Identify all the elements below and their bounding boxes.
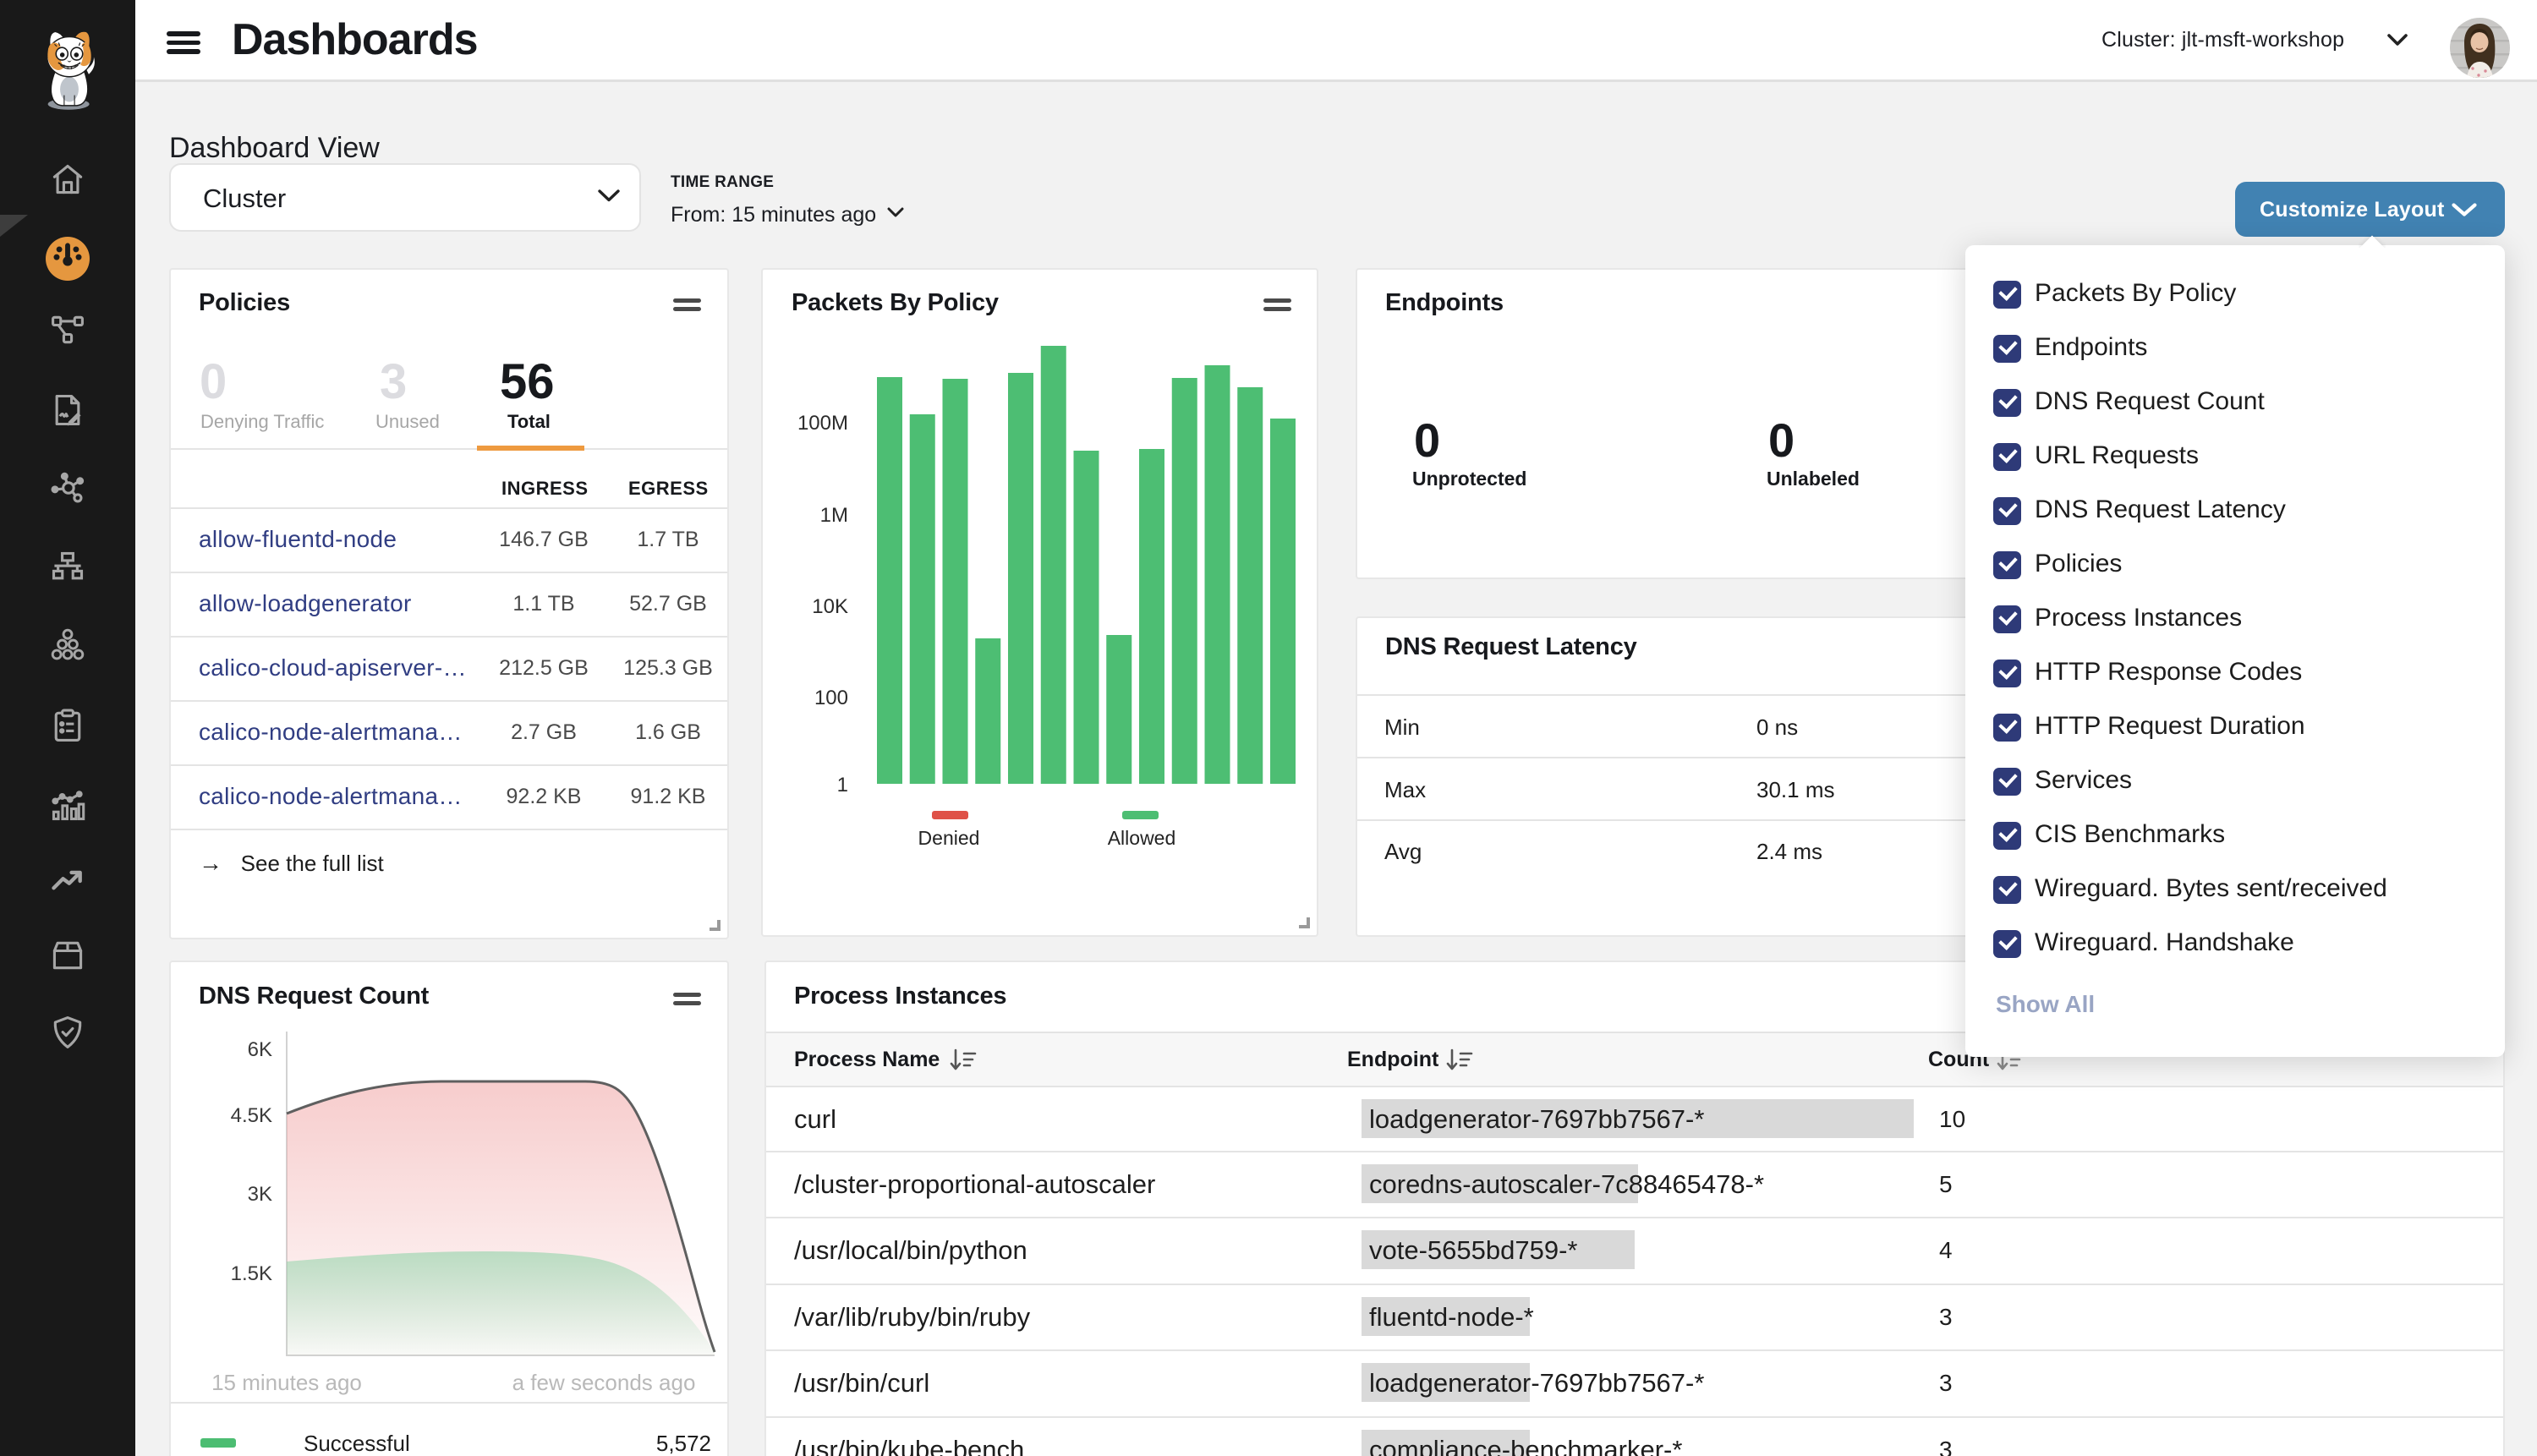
svg-text:1M: 1M [820,504,848,527]
svg-text:10K: 10K [812,595,848,618]
svg-text:1: 1 [837,774,848,796]
svg-text:5,572: 5,572 [656,1431,711,1456]
svg-text:a few seconds ago: a few seconds ago [512,1370,696,1395]
svg-text:Successful: Successful [304,1431,410,1456]
svg-text:Allowed: Allowed [1108,827,1176,849]
svg-text:15 minutes ago: 15 minutes ago [211,1370,362,1395]
svg-text:Denied: Denied [918,827,980,849]
svg-text:100M: 100M [797,412,848,435]
svg-text:6K: 6K [248,1038,272,1061]
svg-text:100: 100 [814,687,848,709]
svg-text:1.5K: 1.5K [231,1262,272,1285]
svg-text:4.5K: 4.5K [231,1104,272,1127]
svg-text:3K: 3K [248,1183,272,1206]
